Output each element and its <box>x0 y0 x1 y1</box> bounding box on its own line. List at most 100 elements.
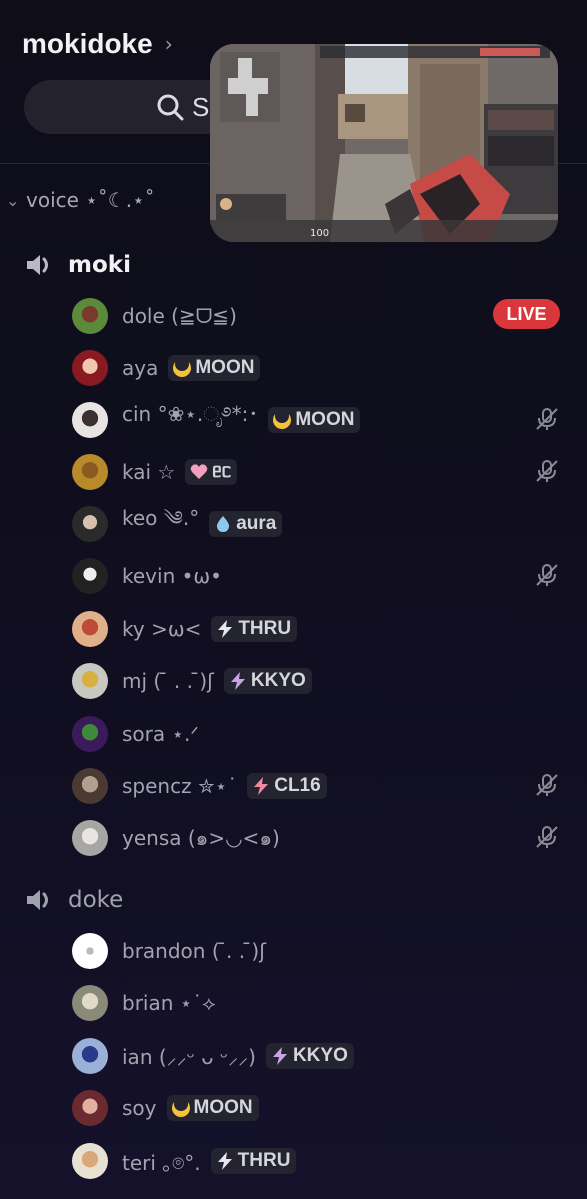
tag-label: ᥱᥴ <box>212 461 232 482</box>
tag-label: THRU <box>237 1150 291 1171</box>
channel-name: doke <box>68 887 124 913</box>
avatar <box>72 506 108 542</box>
member-row[interactable]: mj ( ̄ . . ̄)ʃ KKYO <box>72 661 562 701</box>
member-row[interactable]: kevin •ω• <box>72 556 562 596</box>
member-name: mj ( ̄ . . ̄)ʃ <box>122 669 214 693</box>
mic-muted-icon <box>536 564 558 586</box>
avatar <box>72 716 108 752</box>
member-row[interactable]: yensa (๑>◡<๑) <box>72 818 562 858</box>
member-tag: MOON <box>168 355 261 381</box>
server-name[interactable]: mokidoke <box>22 28 153 60</box>
search-text: S <box>192 91 210 122</box>
member-name: teri ｡⌾°. <box>122 1150 201 1175</box>
member-row[interactable]: ky >ω< THRU <box>72 609 562 649</box>
tag-label: CL16 <box>274 775 321 796</box>
member-tag: THRU <box>211 616 298 642</box>
member-name: dole (≧ᗜ≦) <box>122 304 237 328</box>
avatar <box>72 985 108 1021</box>
speaker-icon <box>27 890 48 910</box>
member-tag: CL16 <box>247 773 327 799</box>
member-row[interactable]: aya MOON <box>72 348 562 388</box>
avatar <box>72 933 108 969</box>
avatar <box>72 1143 108 1179</box>
heart-icon <box>191 464 208 479</box>
mic-muted-icon <box>536 408 558 430</box>
member-tag: MOON <box>166 1095 259 1121</box>
voice-channel-moki[interactable]: moki <box>24 250 131 280</box>
avatar <box>72 663 108 699</box>
channel-name: moki <box>68 252 131 278</box>
avatar <box>72 558 108 594</box>
member-name: kevin •ω• <box>122 564 222 588</box>
tag-label: KKYO <box>292 1045 348 1066</box>
lightning-icon <box>217 1152 232 1170</box>
moon-icon <box>171 1098 190 1117</box>
avatar <box>72 402 108 438</box>
member-name: cin °❀⋆.ೃ࿔*:･ <box>122 402 259 426</box>
member-name: yensa (๑>◡<๑) <box>122 826 280 850</box>
tag-label: MOON <box>193 1097 253 1118</box>
avatar <box>72 454 108 490</box>
chevron-right-icon[interactable]: › <box>165 32 173 56</box>
lightning-icon <box>272 1047 287 1065</box>
moon-icon <box>273 410 292 429</box>
member-name: spencz ✮⋆˙ <box>122 774 238 798</box>
member-name: sora ⋆.ᐟ <box>122 722 199 746</box>
avatar <box>72 1090 108 1126</box>
speaker-icon <box>27 255 48 275</box>
game-stream-image: 100 <box>210 44 558 242</box>
stream-preview[interactable]: 100 <box>210 44 558 242</box>
avatar <box>72 820 108 856</box>
moon-icon <box>173 358 192 377</box>
member-name: aya <box>122 356 159 380</box>
member-tag: KKYO <box>223 668 312 694</box>
voice-channel-doke[interactable]: doke <box>24 885 123 915</box>
mic-muted-icon <box>536 460 558 482</box>
member-row[interactable]: brian ⋆˙⟡ <box>72 983 562 1023</box>
member-tag: KKYO <box>265 1043 354 1069</box>
avatar <box>72 611 108 647</box>
lightning-icon <box>218 620 233 638</box>
tag-label: MOON <box>195 357 255 378</box>
member-row[interactable]: spencz ✮⋆˙ CL16 <box>72 766 562 806</box>
member-row[interactable]: dole (≧ᗜ≦) LIVE <box>72 296 562 336</box>
mic-muted-icon <box>536 774 558 796</box>
member-tag: THRU <box>210 1148 297 1174</box>
tag-label: THRU <box>238 618 292 639</box>
member-row[interactable]: brandon ( ̄. . ̄)ʃ <box>72 931 562 971</box>
member-row[interactable]: ian (⸝⸝ᵕ ᴗ ᵕ⸝⸝) KKYO <box>72 1036 562 1076</box>
member-tag: MOON <box>268 407 361 433</box>
member-name: ky >ω< <box>122 617 202 641</box>
member-row[interactable]: keo ༄.° aura <box>72 504 562 544</box>
member-name: kai ☆ <box>122 460 176 484</box>
member-row[interactable]: sora ⋆.ᐟ <box>72 714 562 754</box>
lightning-icon <box>254 777 269 795</box>
member-name: brandon ( ̄. . ̄)ʃ <box>122 939 266 963</box>
tag-label: aura <box>236 513 277 534</box>
member-tag: ᥱᥴ <box>185 459 238 485</box>
member-row[interactable]: kai ☆ ᥱᥴ <box>72 452 562 492</box>
member-row[interactable]: cin °❀⋆.ೃ࿔*:･ MOON <box>72 400 562 440</box>
live-badge[interactable]: LIVE <box>493 299 560 329</box>
mic-muted-icon <box>536 826 558 848</box>
chevron-down-icon[interactable]: ⌄ <box>6 191 24 210</box>
avatar <box>72 298 108 334</box>
svg-text:100: 100 <box>310 228 329 239</box>
member-tag: aura <box>209 511 283 537</box>
member-name: keo ༄.° <box>122 506 200 530</box>
category-label: voice ⋆˚☾.⋆˚ <box>26 188 155 212</box>
member-name: ian (⸝⸝ᵕ ᴗ ᵕ⸝⸝) <box>122 1044 256 1069</box>
member-name: soy <box>122 1096 157 1120</box>
search-icon <box>157 94 184 121</box>
lightning-icon <box>230 672 245 690</box>
member-row[interactable]: teri ｡⌾°. THRU <box>72 1141 562 1181</box>
water-drop-icon <box>217 516 230 532</box>
voice-category[interactable]: ⌄ voice ⋆˚☾.⋆˚ <box>6 188 155 212</box>
tag-label: MOON <box>295 409 355 430</box>
member-row[interactable]: soy MOON <box>72 1088 562 1128</box>
avatar <box>72 768 108 804</box>
avatar <box>72 1038 108 1074</box>
avatar <box>72 350 108 386</box>
server-header[interactable]: mokidoke › <box>22 28 173 60</box>
tag-label: KKYO <box>250 670 306 691</box>
